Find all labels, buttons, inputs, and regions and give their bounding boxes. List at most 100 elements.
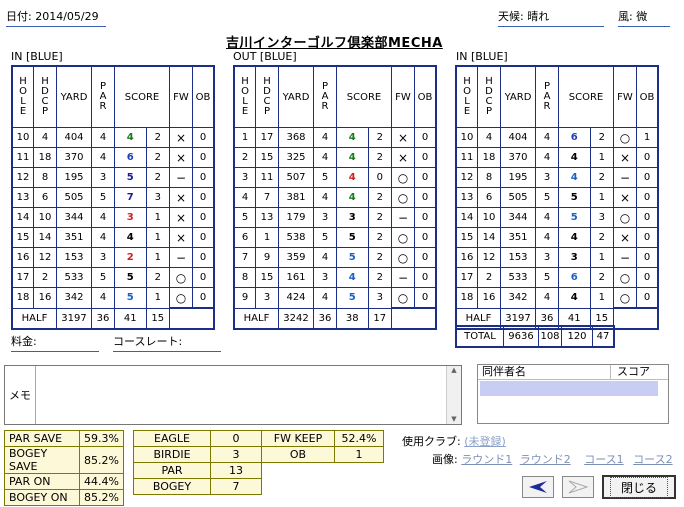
hole-score[interactable]: 5 [336,247,369,268]
hole-putt[interactable]: 1 [145,227,171,248]
hole-putt[interactable]: 2 [145,127,171,148]
companion-name-header[interactable]: 同伴者名 [478,365,611,379]
next-button[interactable] [562,476,594,498]
hole-fw[interactable]: ○ [391,227,415,248]
close-button[interactable]: 閉じる [602,475,676,499]
hole-ob[interactable]: 0 [414,287,437,309]
hole-putt[interactable]: 3 [145,187,171,208]
memo-input[interactable] [36,366,446,424]
hole-putt[interactable]: 2 [589,227,615,248]
hole-score[interactable]: 4 [336,127,369,148]
hole-putt[interactable]: 1 [589,247,615,268]
hole-ob[interactable]: 1 [636,127,659,148]
hole-fw[interactable]: ○ [613,207,637,228]
hole-putt[interactable]: 2 [367,187,393,208]
club-link[interactable]: (未登録) [464,435,506,448]
hole-score[interactable]: 5 [114,267,147,288]
hole-fw[interactable]: × [169,127,193,148]
hole-score[interactable]: 5 [558,187,591,208]
hole-ob[interactable]: 0 [636,267,659,288]
hole-fw[interactable]: × [391,127,415,148]
hole-fw[interactable]: − [391,207,415,228]
hole-fw[interactable]: × [613,227,637,248]
hole-fw[interactable]: ○ [613,267,637,288]
hole-putt[interactable]: 2 [589,127,615,148]
hole-fw[interactable]: − [391,267,415,288]
hole-score[interactable]: 2 [114,247,147,268]
hole-score[interactable]: 5 [558,207,591,228]
companion-score-header[interactable]: スコア [611,365,668,379]
hole-score[interactable]: 4 [336,267,369,288]
hole-ob[interactable]: 0 [192,187,215,208]
hole-putt[interactable]: 1 [145,287,171,309]
hole-ob[interactable]: 0 [192,207,215,228]
hole-putt[interactable]: 3 [589,207,615,228]
hole-score[interactable]: 5 [336,227,369,248]
hole-score[interactable]: 4 [558,287,591,309]
hole-score[interactable]: 5 [336,287,369,309]
hole-putt[interactable]: 1 [145,247,171,268]
hole-score[interactable]: 5 [114,287,147,309]
hole-fw[interactable]: × [169,227,193,248]
hole-ob[interactable]: 0 [636,247,659,268]
hole-fw[interactable]: ○ [169,267,193,288]
hole-ob[interactable]: 0 [192,227,215,248]
hole-putt[interactable]: 2 [589,267,615,288]
hole-ob[interactable]: 0 [636,147,659,168]
hole-score[interactable]: 4 [336,187,369,208]
hole-putt[interactable]: 2 [367,267,393,288]
hole-fw[interactable]: × [169,207,193,228]
companion-row-selected[interactable] [480,381,658,396]
hole-putt[interactable]: 2 [589,167,615,188]
hole-ob[interactable]: 0 [192,267,215,288]
hole-putt[interactable]: 3 [367,287,393,309]
hole-ob[interactable]: 0 [414,227,437,248]
hole-fw[interactable]: − [613,247,637,268]
hole-ob[interactable]: 0 [414,247,437,268]
image-link-course1[interactable]: コース1 [584,453,623,466]
hole-score[interactable]: 4 [558,227,591,248]
hole-fw[interactable]: ○ [391,247,415,268]
hole-putt[interactable]: 1 [145,207,171,228]
hole-score[interactable]: 6 [558,127,591,148]
hole-fw[interactable]: − [169,167,193,188]
hole-score[interactable]: 4 [336,167,369,188]
hole-ob[interactable]: 0 [192,167,215,188]
hole-fw[interactable]: ○ [613,127,637,148]
hole-ob[interactable]: 0 [414,207,437,228]
hole-ob[interactable]: 0 [192,287,215,309]
scroll-down-icon[interactable]: ▼ [447,415,461,423]
hole-putt[interactable]: 2 [367,147,393,168]
hole-score[interactable]: 3 [114,207,147,228]
hole-score[interactable]: 4 [114,227,147,248]
hole-score[interactable]: 6 [558,267,591,288]
hole-ob[interactable]: 0 [414,167,437,188]
hole-ob[interactable]: 0 [636,227,659,248]
hole-fw[interactable]: ○ [169,287,193,309]
hole-fw[interactable]: − [169,247,193,268]
hole-ob[interactable]: 0 [636,207,659,228]
hole-fw[interactable]: ○ [391,167,415,188]
hole-ob[interactable]: 0 [192,147,215,168]
image-link-course2[interactable]: コース2 [633,453,672,466]
hole-ob[interactable]: 0 [636,167,659,188]
hole-score[interactable]: 7 [114,187,147,208]
hole-ob[interactable]: 0 [414,147,437,168]
hole-putt[interactable]: 2 [145,267,171,288]
hole-putt[interactable]: 2 [367,247,393,268]
hole-fw[interactable]: × [169,187,193,208]
scroll-up-icon[interactable]: ▲ [447,366,461,374]
hole-ob[interactable]: 0 [414,187,437,208]
hole-fw[interactable]: × [613,187,637,208]
hole-score[interactable]: 3 [336,207,369,228]
hole-score[interactable]: 4 [336,147,369,168]
hole-score[interactable]: 4 [114,127,147,148]
image-link-round1[interactable]: ラウンド1 [461,453,512,466]
hole-ob[interactable]: 0 [192,127,215,148]
hole-fw[interactable]: ○ [613,287,637,309]
hole-putt[interactable]: 1 [589,187,615,208]
hole-fw[interactable]: ○ [391,287,415,309]
hole-fw[interactable]: − [613,167,637,188]
hole-putt[interactable]: 2 [367,207,393,228]
hole-score[interactable]: 3 [558,247,591,268]
